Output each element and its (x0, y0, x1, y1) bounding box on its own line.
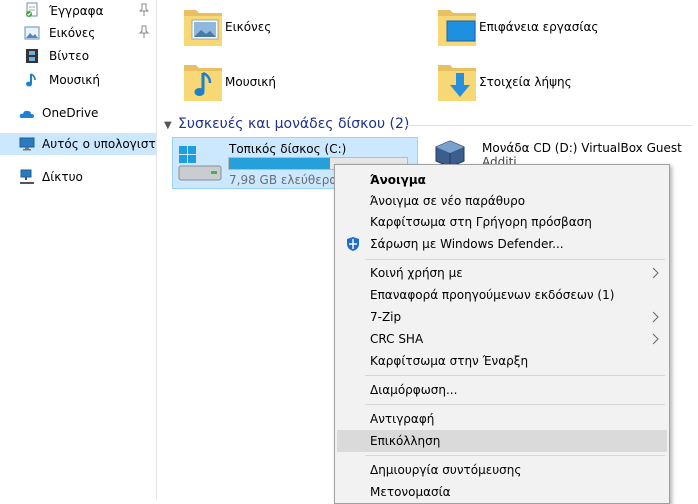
sidebar-item-videos[interactable]: Βίντεο (0, 45, 156, 67)
computer-icon (19, 137, 35, 151)
sidebar-item-label: Δίκτυο (42, 170, 83, 184)
music-icon (26, 73, 36, 87)
folder-desktop[interactable]: Επιφάνεια εργασίας (434, 4, 674, 50)
menu-item-scan-defender[interactable]: Σάρωση με Windows Defender... (337, 233, 667, 255)
menu-item-label: Επαναφορά προηγούμενων εκδόσεων (1) (370, 288, 615, 302)
menu-item-label: Κοινή χρήση με (370, 266, 463, 280)
chevron-right-icon (652, 267, 659, 279)
sidebar-item-label: Αυτός ο υπολογιστ (42, 137, 156, 151)
desktop-folder-icon (438, 10, 476, 46)
menu-item-crc-sha[interactable]: CRC SHA (337, 328, 667, 350)
sidebar-item-label: Βίντεο (49, 49, 90, 63)
sidebar-item-pictures[interactable]: Εικόνες (0, 22, 156, 44)
sidebar-item-label: OneDrive (42, 106, 99, 120)
pictures-icon (24, 26, 40, 40)
music-folder-icon (184, 65, 222, 101)
menu-item-label: Σάρωση με Windows Defender... (370, 237, 564, 251)
folder-label: Μουσική (225, 75, 276, 89)
section-divider (406, 125, 692, 126)
section-title: Συσκευές και μονάδες δίσκου (2) (178, 116, 410, 132)
sidebar-item-music[interactable]: Μουσική (0, 69, 156, 91)
menu-item-share-with[interactable]: Κοινή χρήση με (337, 262, 667, 284)
network-icon (20, 169, 34, 184)
sidebar-item-label: Μουσική (49, 73, 100, 87)
pictures-folder-icon (184, 10, 222, 46)
menu-item-label: Άνοιγμα σε νέο παράθυρο (370, 194, 526, 208)
menu-item-label: Επικόλληση (370, 434, 441, 448)
chevron-right-icon (652, 311, 659, 323)
menu-separator (365, 375, 665, 376)
local-disk-icon (178, 146, 222, 181)
videos-icon (26, 49, 38, 63)
context-menu: Άνοιγμα Άνοιγμα σε νέο παράθυρο Καρφίτσω… (334, 164, 670, 504)
drive-usage-fill (229, 158, 331, 169)
menu-item-label: Δημιουργία συντόμευσης (370, 463, 522, 477)
windows-defender-icon (347, 237, 359, 251)
pin-icon[interactable] (138, 25, 150, 39)
menu-separator (365, 404, 665, 405)
menu-item-rename[interactable]: Μετονομασία (337, 481, 667, 503)
drive-name: Μονάδα CD (D:) VirtualBox Guest (482, 141, 682, 155)
menu-item-label: Μετονομασία (370, 485, 451, 499)
drive-name: Τοπικός δίσκος (C:) (229, 142, 347, 156)
menu-item-pin-quick-access[interactable]: Καρφίτσωμα στη Γρήγορη πρόσβαση (337, 211, 667, 233)
folder-music[interactable]: Μουσική (180, 59, 420, 105)
menu-item-7zip[interactable]: 7-Zip (337, 306, 667, 328)
folder-label: Επιφάνεια εργασίας (479, 20, 599, 34)
pin-icon[interactable] (138, 3, 150, 17)
menu-item-open[interactable]: Άνοιγμα (337, 169, 667, 191)
sidebar-item-label: Εικόνες (49, 26, 96, 40)
devices-section-header[interactable]: ▼ Συσκευές και μονάδες δίσκου (2) (164, 116, 409, 132)
menu-item-copy[interactable]: Αντιγραφή (337, 408, 667, 430)
folder-label: Εικόνες (225, 20, 272, 34)
menu-separator (365, 259, 665, 260)
folder-downloads[interactable]: Στοιχεία λήψης (434, 59, 674, 105)
menu-item-label: CRC SHA (370, 332, 424, 346)
folder-pictures[interactable]: Εικόνες (180, 4, 420, 50)
menu-item-format[interactable]: Διαμόρφωση... (337, 379, 667, 401)
menu-item-open-new-window[interactable]: Άνοιγμα σε νέο παράθυρο (337, 190, 667, 212)
onedrive-icon (19, 110, 34, 118)
menu-item-label: Καρφίτσωμα στην Έναρξη (370, 354, 529, 368)
sidebar-item-network[interactable]: Δίκτυο (0, 166, 156, 188)
menu-item-restore-versions[interactable]: Επαναφορά προηγούμενων εκδόσεων (1) (337, 284, 667, 306)
sidebar-item-this-pc[interactable]: Αυτός ο υπολογιστ (0, 133, 156, 155)
sidebar-item-label: Έγγραφα (49, 4, 104, 18)
downloads-folder-icon (438, 65, 476, 101)
navigation-pane: Έγγραφα Εικόνες Βίντεο Μουσική OneDrive (0, 0, 157, 499)
folder-label: Στοιχεία λήψης (479, 75, 572, 89)
menu-item-label: Καρφίτσωμα στη Γρήγορη πρόσβαση (370, 215, 592, 229)
documents-icon (26, 2, 38, 17)
menu-separator (365, 455, 665, 456)
menu-item-paste[interactable]: Επικόλληση (337, 430, 667, 452)
menu-item-label: Άνοιγμα (370, 173, 426, 187)
sidebar-item-onedrive[interactable]: OneDrive (0, 102, 156, 124)
menu-item-pin-start[interactable]: Καρφίτσωμα στην Έναρξη (337, 350, 667, 372)
menu-item-create-shortcut[interactable]: Δημιουργία συντόμευσης (337, 459, 667, 481)
menu-item-label: Διαμόρφωση... (370, 383, 458, 397)
menu-item-label: Αντιγραφή (370, 412, 435, 426)
sidebar-item-documents[interactable]: Έγγραφα (0, 0, 156, 22)
chevron-right-icon (652, 333, 659, 345)
chevron-down-icon: ▼ (164, 120, 172, 131)
menu-item-label: 7-Zip (370, 310, 402, 324)
